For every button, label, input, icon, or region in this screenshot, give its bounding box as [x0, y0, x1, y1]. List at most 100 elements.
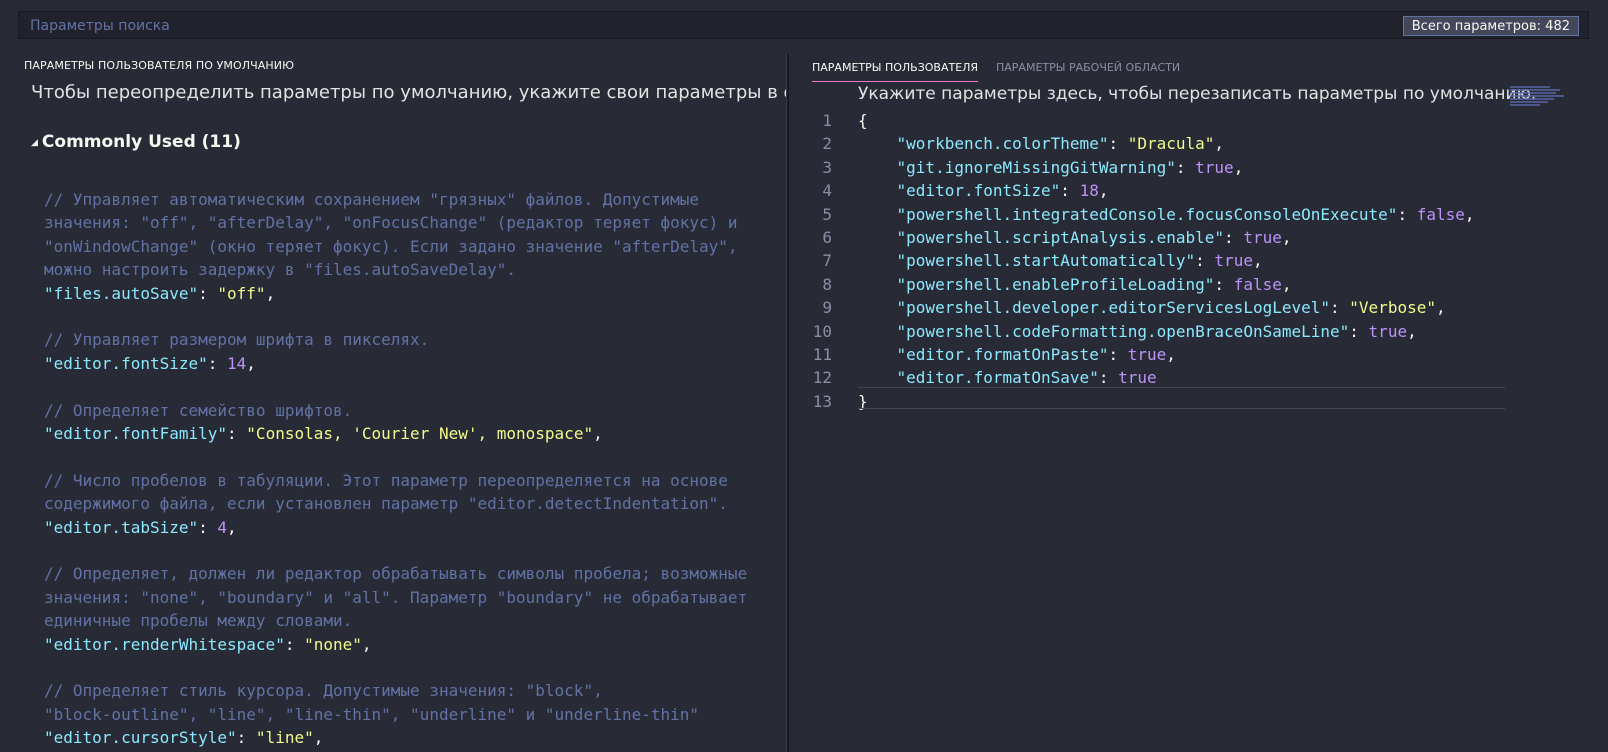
setting-key: "powershell.startAutomatically" [896, 251, 1196, 271]
colon: : [1397, 204, 1417, 224]
line-number: 12 [812, 368, 832, 388]
tab-user-settings[interactable]: ПАРАМЕТРЫ ПОЛЬЗОВАТЕЛЯ [812, 61, 979, 82]
code-line: { [858, 109, 1475, 132]
setting-value: "Consolas, 'Courier New', monospace" [246, 424, 594, 444]
line-number: 13 [812, 391, 832, 411]
colon: : [227, 424, 247, 444]
comma: , [1435, 298, 1446, 318]
colon: : [1060, 181, 1080, 201]
minimap[interactable] [1510, 86, 1566, 108]
setting-value: "off" [217, 283, 266, 303]
setting-comment-line: // Определяет стиль курсора. Допустимые … [44, 679, 747, 702]
setting-line: "editor.fontSize": 14, [44, 352, 747, 375]
tab-workspace-settings[interactable]: ПАРАМЕТРЫ РАБОЧЕЙ ОБЛАСТИ [996, 61, 1180, 81]
comment-text: // Управляет размером шрифта в пикселях. [44, 330, 430, 350]
setting-comment-line: // Число пробелов в табуляции. Этот пара… [44, 469, 747, 492]
comment-text: значения: "off", "afterDelay", "onFocusC… [44, 213, 738, 233]
comment-text: // Определяет, должен ли редактор обраба… [44, 564, 748, 584]
colon: : [1224, 228, 1244, 248]
line-number: 6 [822, 228, 832, 248]
setting-key: "editor.tabSize" [44, 517, 199, 537]
line-number: 5 [822, 204, 832, 224]
setting-key: "git.ignoreMissingGitWarning" [896, 157, 1176, 177]
setting-key: "editor.formatOnSave" [896, 368, 1099, 388]
setting-value: false [1416, 204, 1465, 224]
setting-value: true [1214, 251, 1253, 271]
default-settings-pane[interactable]: ПАРАМЕТРЫ ПОЛЬЗОВАТЕЛЯ ПО УМОЛЧАНИЮ Чтоб… [0, 48, 786, 752]
setting-value: 4 [217, 517, 228, 537]
default-settings-code: // Управляет автоматическим сохранением … [44, 188, 747, 752]
setting-key: "workbench.colorTheme" [896, 134, 1109, 154]
group-header-commonly-used[interactable]: ◢ Commonly Used (11) [31, 132, 241, 152]
comma: , [1464, 204, 1475, 224]
comment-text: "block-outline", "line", "line-thin", "u… [44, 704, 700, 724]
comma: , [246, 353, 256, 373]
colon: : [1195, 251, 1215, 271]
comment-text: можно настроить задержку в "files.autoSa… [44, 260, 517, 280]
line-number: 8 [822, 274, 832, 294]
setting-value: true [1243, 228, 1282, 248]
colon: : [1175, 157, 1196, 177]
pane-divider[interactable] [786, 54, 789, 752]
comma: , [593, 424, 603, 444]
comma: , [1214, 134, 1225, 154]
setting-value: true [1127, 345, 1167, 365]
setting-key: "editor.formatOnPaste" [896, 345, 1109, 365]
colon: : [1330, 298, 1350, 318]
comma: , [1098, 181, 1109, 201]
code-line: "powershell.enableProfileLoading": false… [858, 273, 1475, 296]
setting-key: "powershell.codeFormatting.openBraceOnSa… [896, 321, 1350, 341]
setting-comment-line: // Определяет, должен ли редактор обраба… [44, 562, 747, 585]
collapse-triangle-icon[interactable]: ◢ [31, 138, 38, 148]
user-settings-editor[interactable]: { "workbench.colorTheme": "Dracula", "gi… [858, 109, 1475, 413]
default-settings-hint: Чтобы переопределить параметры по умолча… [31, 82, 786, 103]
comma: , [265, 283, 276, 303]
setting-comment-line: // Управляет размером шрифта в пикселях. [44, 328, 747, 351]
setting-line: "editor.renderWhitespace": "none", [44, 633, 747, 656]
colon: : [1214, 274, 1234, 294]
default-settings-title: ПАРАМЕТРЫ ПОЛЬЗОВАТЕЛЯ ПО УМОЛЧАНИЮ [24, 59, 295, 72]
setting-value: "Verbose" [1349, 298, 1436, 318]
search-placeholder: Параметры поиска [30, 18, 170, 34]
comment-text: // Управляет автоматическим сохранением … [44, 190, 700, 209]
comma: , [1166, 345, 1176, 365]
line-number: 7 [822, 251, 832, 271]
code-line: "powershell.codeFormatting.openBraceOnSa… [858, 320, 1475, 343]
line-number-gutter: 1 2 3 4 5 6 7 8 9 10 11 12 13 [790, 109, 832, 413]
comment-text: "onWindowChange" (окно теряет фокус). Ес… [44, 236, 738, 256]
colon: : [198, 283, 218, 303]
code-line: "powershell.developer.editorServicesLogL… [858, 296, 1475, 319]
current-line-highlight [858, 387, 1505, 409]
setting-value: "Dracula" [1127, 134, 1215, 154]
code-line: "editor.formatOnPaste": true, [858, 343, 1475, 366]
setting-value: false [1233, 274, 1282, 294]
setting-key: "editor.cursorStyle" [44, 728, 237, 748]
comment-text: значения: "none", "boundary" и "all". Па… [44, 587, 748, 607]
setting-value: "none" [304, 634, 362, 654]
search-settings-input[interactable]: Параметры поиска Всего параметров: 482 [18, 11, 1589, 39]
line-number: 11 [812, 345, 832, 365]
setting-line: "files.autoSave": "off", [44, 282, 747, 305]
comma: , [1233, 157, 1244, 177]
setting-comment-line: "block-outline", "line", "line-thin", "u… [44, 703, 747, 726]
setting-comment-line: // Управляет автоматическим сохранением … [44, 188, 747, 211]
comma: , [227, 517, 237, 537]
comma: , [1252, 251, 1263, 271]
setting-line: "editor.tabSize": 4, [44, 516, 747, 539]
setting-line: "editor.fontFamily": "Consolas, 'Courier… [44, 422, 747, 445]
setting-comment-line: // Определяет семейство шрифтов. [44, 399, 747, 422]
setting-value: 14 [227, 353, 247, 373]
line-number: 1 [822, 111, 832, 130]
